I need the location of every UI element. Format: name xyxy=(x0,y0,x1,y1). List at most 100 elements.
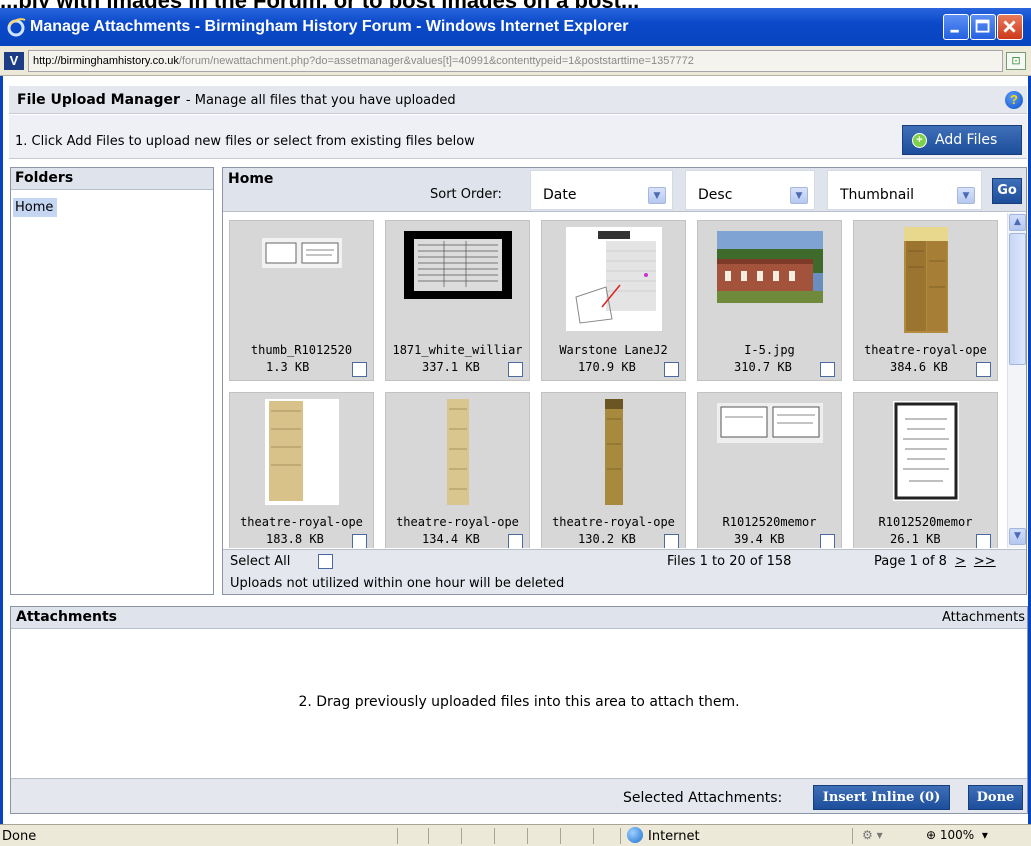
attachments-title: Attachments xyxy=(16,609,118,625)
view-mode-select[interactable]: Thumbnail ▼ xyxy=(827,170,982,210)
sort-direction-value: Desc xyxy=(698,187,733,203)
selected-attachments-label: Selected Attachments: xyxy=(623,790,783,806)
status-divider xyxy=(428,828,429,844)
minimize-button[interactable] xyxy=(943,14,969,40)
current-folder: Home xyxy=(228,171,274,187)
manager-title: File Upload Manager xyxy=(17,92,180,108)
file-card[interactable]: I-5.jpg 310.7 KB xyxy=(697,220,842,381)
file-thumbnail xyxy=(446,399,469,505)
add-files-label: Add Files xyxy=(935,132,998,148)
protected-mode-icon[interactable]: ⚙ ▾ xyxy=(862,828,883,842)
file-thumbnail xyxy=(604,399,623,505)
scroll-down-icon[interactable]: ▼ xyxy=(1009,528,1026,545)
security-zone: Internet xyxy=(627,827,700,844)
help-icon[interactable]: ? xyxy=(1005,91,1023,109)
status-divider xyxy=(593,828,594,844)
folders-header: Folders xyxy=(11,168,213,190)
file-name: R1012520memor xyxy=(878,515,973,529)
attachments-panel[interactable]: Attachments Attachments 2. Drag previous… xyxy=(10,606,1028,814)
zoom-level: 100% xyxy=(939,828,975,842)
zone-label: Internet xyxy=(648,829,700,844)
file-checkbox[interactable] xyxy=(664,362,679,377)
step1-text: 1. Click Add Files to upload new files o… xyxy=(15,134,475,149)
page-top-overflow: ...ply with images in the Forum, or to p… xyxy=(0,0,1031,8)
file-checkbox[interactable] xyxy=(508,534,523,548)
upload-step: 1. Click Add Files to upload new files o… xyxy=(9,115,1027,159)
file-count: Files 1 to 20 of 158 xyxy=(667,554,792,569)
chevron-down-icon[interactable]: ▼ xyxy=(648,187,666,204)
file-size: 130.2 KB xyxy=(578,532,636,546)
close-button[interactable] xyxy=(997,14,1023,40)
drop-instruction: 2. Drag previously uploaded files into t… xyxy=(298,694,740,710)
sort-by-value: Date xyxy=(543,187,577,203)
file-card[interactable]: 1871_white_williar 337.1 KB xyxy=(385,220,530,381)
url-path: /forum/newattachment.php?do=assetmanager… xyxy=(178,55,694,67)
sort-direction-select[interactable]: Desc ▼ xyxy=(685,170,815,210)
status-bar: Done Internet ⚙ ▾ ⊕ 100% ▾ xyxy=(0,824,1031,846)
status-divider xyxy=(527,828,528,844)
file-thumbnail xyxy=(892,401,959,501)
file-card[interactable]: theatre-royal-ope 384.6 KB xyxy=(853,220,998,381)
file-thumbnail xyxy=(716,403,823,443)
file-card[interactable]: R1012520memor 26.1 KB xyxy=(853,392,998,548)
status-divider xyxy=(560,828,561,844)
file-checkbox[interactable] xyxy=(352,362,367,377)
file-name: Warstone LaneJ2 xyxy=(559,343,668,357)
next-page-link[interactable]: > xyxy=(955,554,966,569)
address-bar: V http://birminghamhistory.co.uk/forum/n… xyxy=(0,46,1031,76)
chevron-down-icon[interactable]: ▼ xyxy=(790,187,808,204)
status-divider xyxy=(852,828,853,844)
maximize-button[interactable] xyxy=(970,14,996,40)
add-icon: + xyxy=(912,133,927,148)
file-grid-scrollbar[interactable]: ▲ ▼ xyxy=(1007,213,1026,548)
scroll-thumb[interactable] xyxy=(1009,233,1026,365)
ie-logo-icon xyxy=(7,18,26,37)
file-card[interactable]: theatre-royal-ope 130.2 KB xyxy=(541,392,686,548)
file-checkbox[interactable] xyxy=(664,534,679,548)
file-name: theatre-royal-ope xyxy=(552,515,675,529)
manager-header: File Upload Manager - Manage all files th… xyxy=(9,86,1027,114)
file-card[interactable]: theatre-royal-ope 183.8 KB xyxy=(229,392,374,548)
page-icon[interactable]: ⊡ xyxy=(1006,52,1026,70)
insert-inline-button[interactable]: Insert Inline (0) xyxy=(813,785,950,810)
files-panel: Home Sort Order: Date ▼ Desc ▼ Thumbnail ▼ … xyxy=(222,167,1027,595)
file-name: 1871_white_williar xyxy=(392,343,523,357)
file-thumbnail xyxy=(264,399,339,505)
url-field[interactable]: http://birminghamhistory.co.uk/forum/new… xyxy=(28,50,1003,72)
file-name: theatre-royal-ope xyxy=(396,515,519,529)
zoom-control[interactable]: ⊕ 100% ▾ xyxy=(926,828,988,842)
file-grid: thumb_R1012520 1.3 KB 1871_white_williar… xyxy=(223,213,1005,548)
pagination: Page 1 of 8 > >> xyxy=(874,554,996,569)
file-checkbox[interactable] xyxy=(976,362,991,377)
folder-item-home[interactable]: Home xyxy=(13,198,58,217)
folders-panel: Folders Home xyxy=(10,167,214,595)
select-all-label: Select All xyxy=(230,554,291,569)
file-card[interactable]: theatre-royal-ope 134.4 KB xyxy=(385,392,530,548)
file-checkbox[interactable] xyxy=(976,534,991,548)
add-files-button[interactable]: + Add Files xyxy=(902,125,1022,155)
file-size: 310.7 KB xyxy=(734,360,792,374)
select-all-checkbox[interactable] xyxy=(318,554,333,569)
go-button[interactable]: Go xyxy=(992,178,1022,204)
sort-by-select[interactable]: Date ▼ xyxy=(530,170,673,210)
url-host: http://birminghamhistory.co.uk xyxy=(33,55,179,67)
file-thumbnail xyxy=(903,227,948,333)
scroll-up-icon[interactable]: ▲ xyxy=(1009,214,1026,231)
last-page-link[interactable]: >> xyxy=(974,554,996,569)
window-titlebar[interactable]: Manage Attachments - Birmingham History … xyxy=(0,8,1031,46)
file-card[interactable]: Warstone LaneJ2 170.9 KB xyxy=(541,220,686,381)
file-checkbox[interactable] xyxy=(820,534,835,548)
chevron-down-icon[interactable]: ▼ xyxy=(957,187,975,204)
file-size: 39.4 KB xyxy=(734,532,785,546)
attachments-toggle[interactable]: Attachments xyxy=(942,610,1025,625)
file-card[interactable]: thumb_R1012520 1.3 KB xyxy=(229,220,374,381)
chevron-down-icon: ▾ xyxy=(974,828,988,842)
file-checkbox[interactable] xyxy=(352,534,367,548)
globe-icon xyxy=(627,827,643,843)
file-size: 384.6 KB xyxy=(890,360,948,374)
done-button[interactable]: Done xyxy=(968,785,1023,810)
file-checkbox[interactable] xyxy=(508,362,523,377)
file-checkbox[interactable] xyxy=(820,362,835,377)
file-thumbnail xyxy=(716,231,823,303)
file-card[interactable]: R1012520memor 39.4 KB xyxy=(697,392,842,548)
